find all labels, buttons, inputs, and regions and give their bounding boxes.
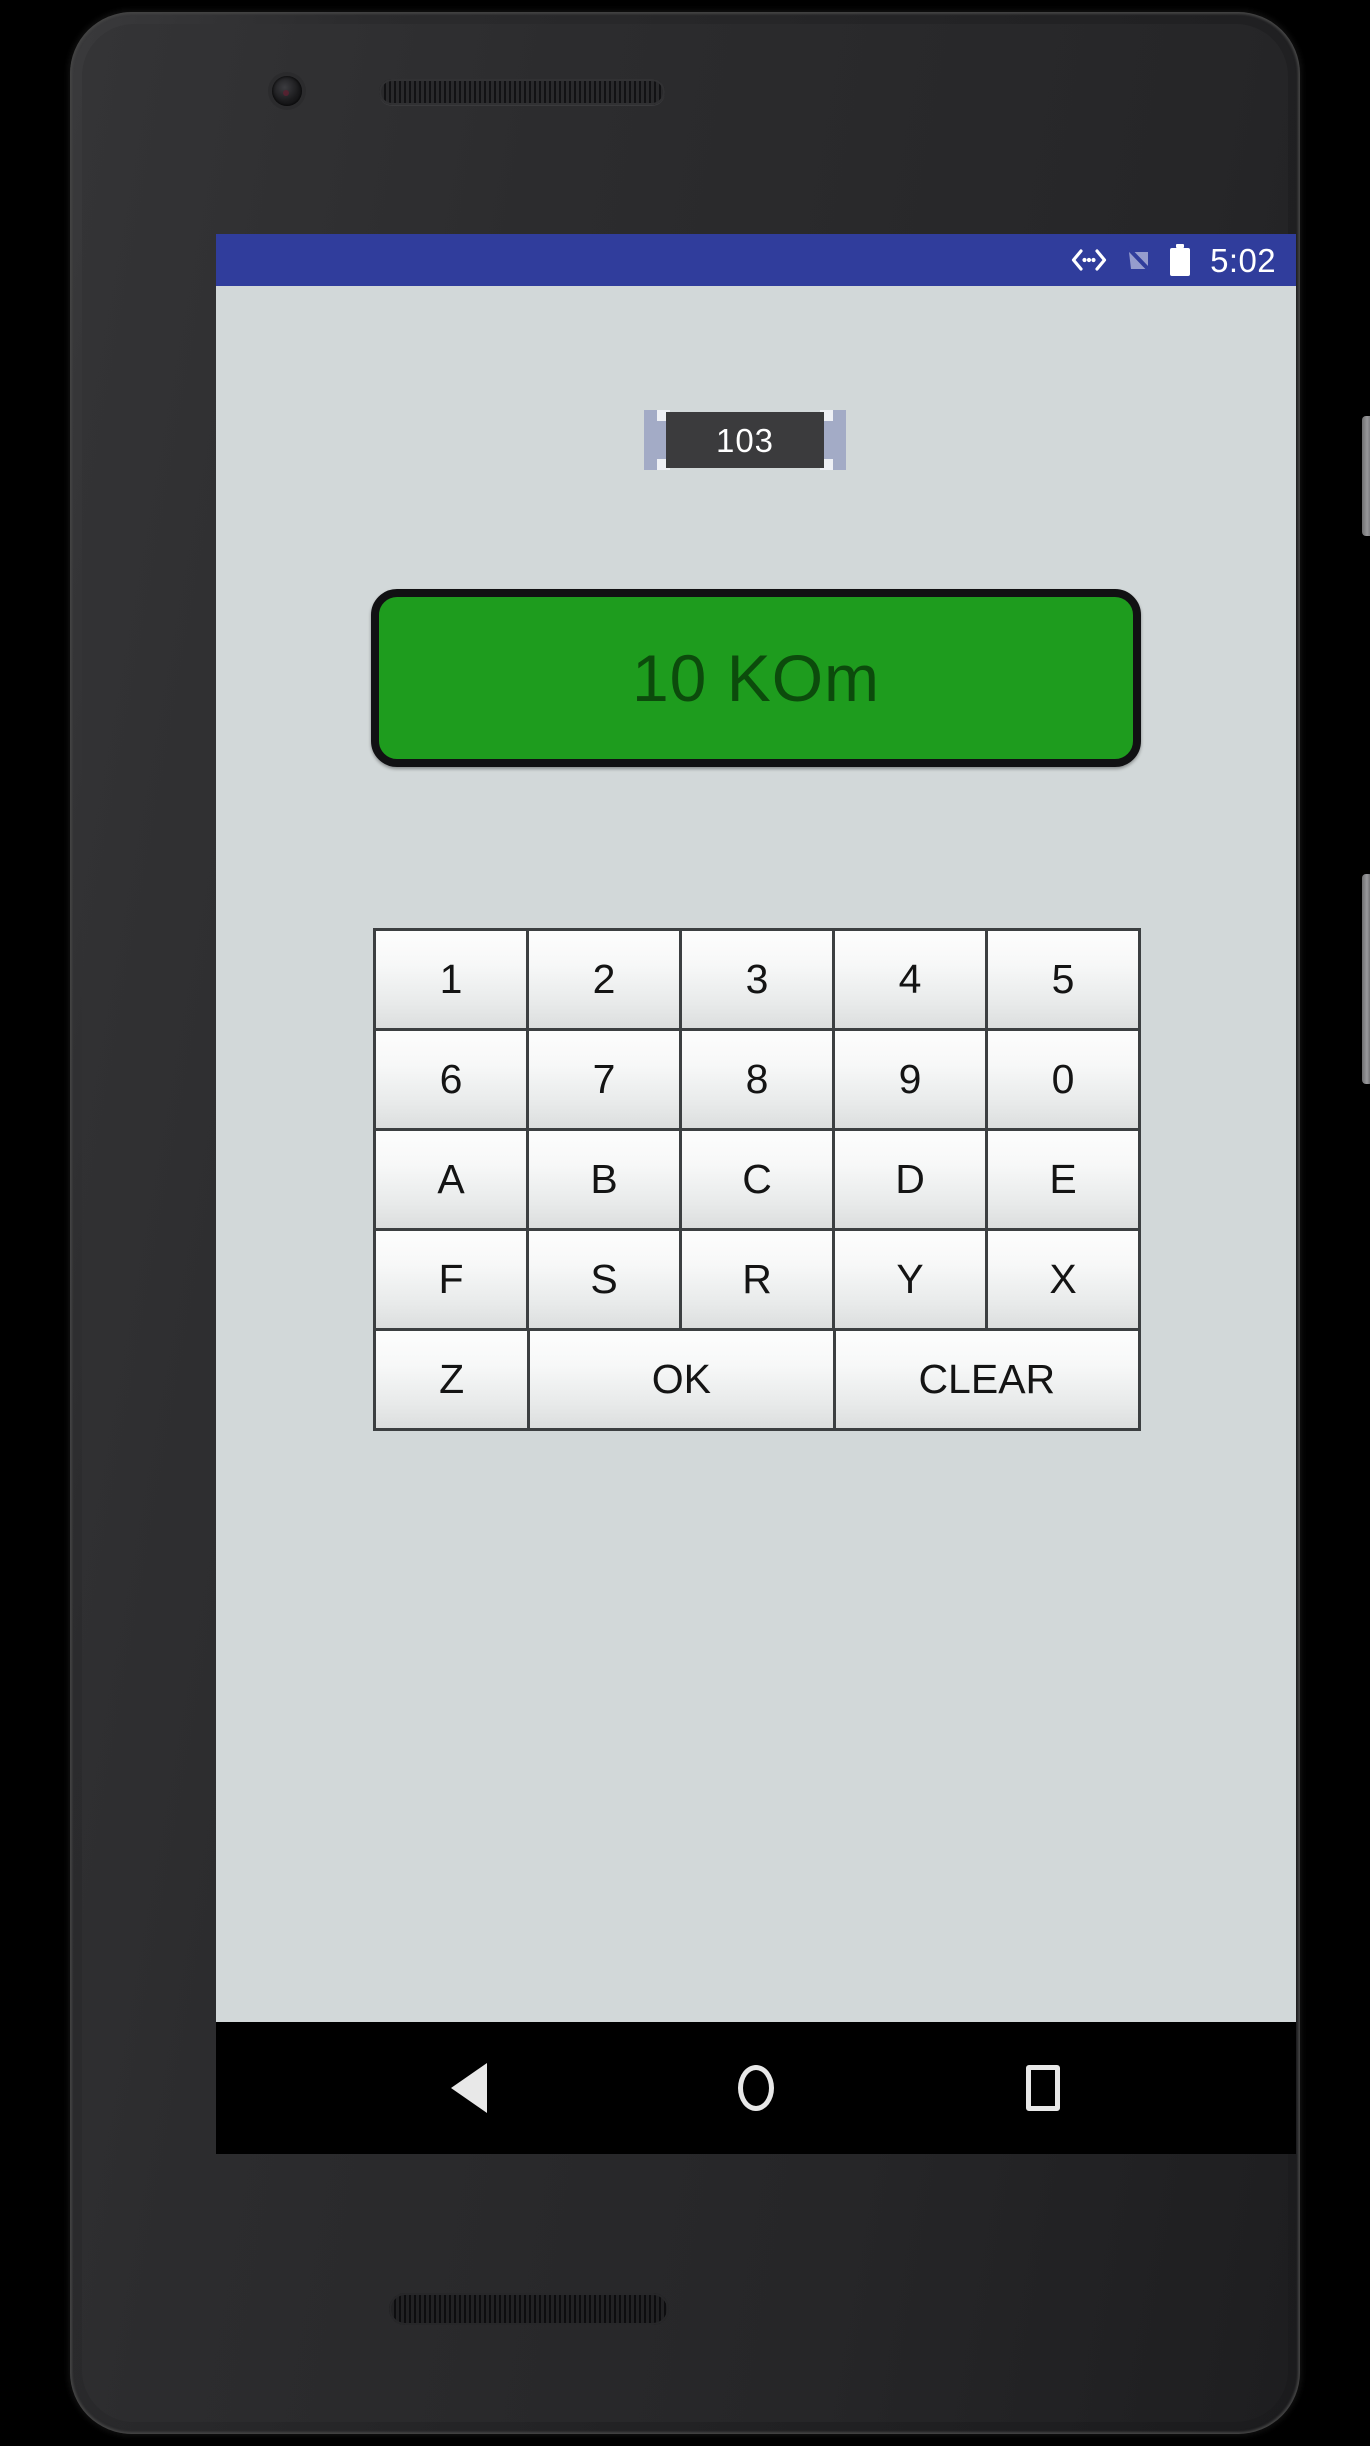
status-bar-icons: 5:02	[1070, 244, 1276, 277]
key-x[interactable]: X	[988, 1231, 1138, 1328]
keypad-row: 12345	[376, 931, 1138, 1028]
notifications-muted-icon	[1126, 246, 1154, 274]
key-z[interactable]: Z	[376, 1331, 528, 1428]
volume-rocker-button[interactable]	[1362, 874, 1370, 1084]
nav-back-button[interactable]	[414, 2033, 524, 2143]
resistance-result-display[interactable]: 10 KOm	[371, 589, 1141, 767]
phone-frame: 5:02 103 10 KOm 123456789 0 A B C D E F …	[70, 12, 1370, 2434]
key-a[interactable]: A	[376, 1131, 526, 1228]
home-circle-icon	[737, 2065, 774, 2111]
status-bar-clock: 5:02	[1210, 241, 1276, 279]
power-button[interactable]	[1362, 416, 1370, 536]
status-bar: 5:02	[216, 234, 1296, 286]
back-triangle-icon	[451, 2063, 488, 2113]
key-9[interactable]: 9	[835, 1031, 985, 1128]
bottom-speaker-grille-icon	[389, 2293, 669, 2325]
phone-screen: 5:02 103 10 KOm 123456789 0 A B C D E F …	[216, 234, 1296, 2154]
smd-resistor-image: 103	[644, 410, 846, 470]
keypad-row: FSRYX	[376, 1231, 1138, 1328]
keypad-row: ABCDE	[376, 1131, 1138, 1228]
resistor-code-label: 103	[715, 421, 775, 459]
nav-recents-button[interactable]	[988, 2033, 1098, 2143]
usb-debug-icon	[1072, 249, 1107, 271]
key-6[interactable]: 6	[376, 1031, 526, 1128]
battery-full-icon	[1170, 244, 1191, 276]
key-2[interactable]: 2	[529, 931, 679, 1028]
key-y[interactable]: Y	[835, 1231, 985, 1328]
keypad-row: 67890	[376, 1031, 1138, 1128]
keypad-row: Z OK CLEAR	[376, 1331, 1139, 1428]
key-clear[interactable]: CLEAR	[835, 1331, 1139, 1428]
key-7[interactable]: 7	[529, 1031, 679, 1128]
key-c[interactable]: C	[682, 1131, 832, 1228]
key-s[interactable]: S	[529, 1231, 679, 1328]
resistor-body: 103	[666, 412, 824, 468]
key-b[interactable]: B	[529, 1131, 679, 1228]
key-d[interactable]: D	[835, 1131, 985, 1228]
key-ok[interactable]: OK	[530, 1331, 833, 1428]
key-e[interactable]: E	[988, 1131, 1138, 1228]
key-3[interactable]: 3	[682, 931, 832, 1028]
earpiece-speaker-icon	[379, 79, 665, 105]
nav-home-button[interactable]	[701, 2033, 811, 2143]
key-5[interactable]: 5	[988, 931, 1138, 1028]
android-navigation-bar	[216, 2022, 1296, 2154]
recents-square-icon	[1025, 2065, 1060, 2111]
key-f[interactable]: F	[376, 1231, 526, 1328]
key-4[interactable]: 4	[835, 931, 985, 1028]
front-camera-icon	[272, 76, 302, 106]
key-0[interactable]: 0	[988, 1031, 1138, 1128]
app-content: 103 10 KOm 1 2 3 4 5 6 7 8 9 0 A B C D E F S R Y X Z OK CLEAR	[216, 286, 1296, 2022]
resistance-value-label: 10 KOm	[631, 641, 881, 715]
keypad: 1 2 3 4 5 6 7 8 9 0 A B C D E F S R Y X Z OK CLEAR	[373, 928, 1141, 1431]
key-r[interactable]: R	[682, 1231, 832, 1328]
key-8[interactable]: 8	[682, 1031, 832, 1128]
key-1[interactable]: 1	[376, 931, 526, 1028]
